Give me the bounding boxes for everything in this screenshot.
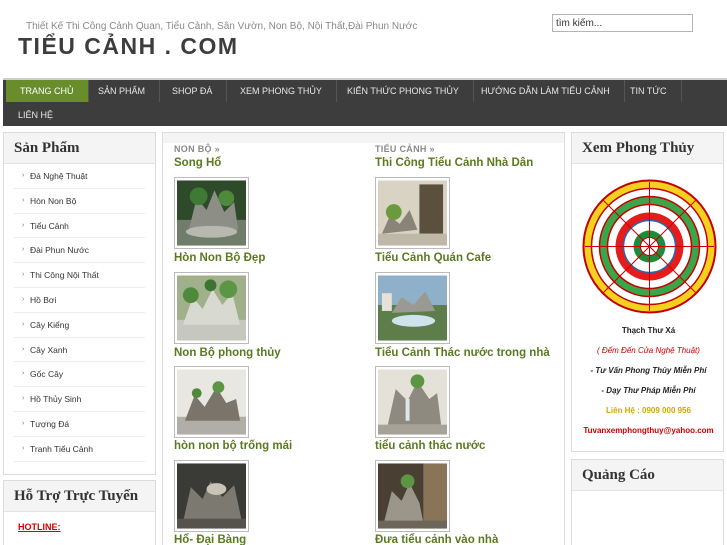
bullet-icon: › [22, 246, 25, 254]
bonsai-rock-image [177, 180, 246, 246]
category-label: Đài Phun Nước [30, 245, 89, 256]
site-logo[interactable]: TIỂU CẢNH . COM [18, 33, 239, 60]
product-thumbnail[interactable] [375, 366, 450, 438]
nav-item-contact[interactable]: LIÊN HỆ [4, 104, 67, 126]
rock-pair-image [177, 369, 246, 435]
service-line-2: - Dạy Thư Pháp Miễn Phí [601, 386, 696, 395]
main-nav: TRANG CHỦ SẢN PHẨM SHOP ĐÁ XEM PHONG THỦ… [3, 78, 727, 126]
category-item[interactable]: › Tiểu Cảnh [14, 214, 145, 239]
bullet-icon: › [22, 196, 25, 204]
product-thumbnail[interactable] [174, 177, 249, 249]
search-input[interactable] [552, 14, 693, 32]
rock-garden-image [177, 275, 246, 341]
bullet-icon: › [22, 271, 25, 279]
nav-item-fengshui[interactable]: XEM PHONG THỦY [226, 80, 337, 102]
main-content: NON BỘ » Song Hổ Hòn Non Bộ Đẹp Non Bộ p… [162, 132, 565, 545]
category-label: Hồ Bơi [30, 294, 57, 305]
bullet-icon: › [22, 370, 25, 378]
fengshui-box: Xem Phong Thủy Thạch Thư Xá ( Đếm Đến Cử… [571, 132, 724, 452]
service-line-1: - Tư Vấn Phong Thủy Miễn Phí [590, 366, 707, 375]
nav-item-news[interactable]: TIN TỨC [616, 80, 682, 102]
studio-slogan: ( Đếm Đến Cửa Nghệ Thuật) [597, 346, 700, 355]
nav-item-guide[interactable]: HƯỚNG DẪN LÀM TIỂU CẢNH [467, 80, 625, 102]
bullet-icon: › [22, 419, 25, 427]
nav-item-home[interactable]: TRANG CHỦ [6, 80, 89, 102]
site-tagline: Thiết Kế Thi Công Cảnh Quan, Tiểu Cảnh, … [26, 21, 418, 32]
product-thumbnail[interactable] [174, 460, 249, 532]
waterfall-image [378, 369, 447, 435]
product-sidebar: Sản Phẩm › Đá Nghệ Thuật › Hòn Non Bộ › Tiể… [3, 132, 156, 475]
category-item[interactable]: › Tranh Tiểu Cảnh [14, 437, 145, 462]
sidebar-title: Sản Phẩm [4, 133, 155, 164]
cafe-landscape-image [378, 275, 447, 341]
bullet-icon: › [22, 345, 25, 353]
online-support-box: Hỗ Trợ Trực Tuyến HOTLINE: [3, 480, 156, 545]
product-title[interactable]: Hổ- Đại Bàng [174, 534, 246, 545]
category-label: Đá Nghệ Thuật [30, 171, 88, 181]
nav-item-products[interactable]: SẢN PHẨM [84, 80, 161, 102]
category-label: Thi Công Nội Thất [30, 270, 99, 281]
product-title[interactable]: Tiểu Cảnh Thác nước trong nhà [375, 347, 550, 359]
category-label: Tượng Đá [30, 418, 70, 429]
bullet-icon: › [22, 295, 25, 303]
category-label: Tranh Tiểu Cảnh [30, 443, 93, 454]
category-label: Cây Kiểng [30, 319, 70, 330]
bullet-icon: › [22, 395, 25, 403]
contact-phone: Liên Hệ : 0909 000 956 [606, 406, 691, 415]
category-item[interactable]: › Cây Kiểng [14, 313, 145, 338]
category-item[interactable]: › Tượng Đá [14, 412, 145, 437]
product-thumbnail[interactable] [375, 272, 450, 344]
ads-box: Quảng Cáo [571, 459, 724, 545]
indoor-landscape-image [378, 463, 447, 529]
category-item[interactable]: › Cây Xanh [14, 338, 145, 363]
product-title[interactable]: Non Bộ phong thủy [174, 347, 281, 359]
bullet-icon: › [22, 172, 25, 179]
product-thumbnail[interactable] [174, 272, 249, 344]
category-label: Hòn Non Bộ [30, 195, 77, 206]
category-item[interactable]: › Đài Phun Nước [14, 238, 145, 264]
bullet-icon: › [22, 444, 25, 452]
category-label: Cây Xanh [30, 344, 68, 355]
product-title[interactable]: tiểu cảnh thác nước [375, 440, 485, 452]
tiger-eagle-image [177, 463, 246, 529]
support-title: Hỗ Trợ Trực Tuyến [4, 481, 155, 512]
contact-email-link[interactable]: Tuvanxemphongthuy@yahoo.com [572, 426, 725, 435]
product-title[interactable]: hòn non bộ trống mái [174, 440, 292, 452]
product-thumbnail[interactable] [375, 177, 450, 249]
house-landscape-image [378, 180, 447, 246]
category-label: Tiểu Cảnh [30, 220, 69, 231]
category-item[interactable]: › Hòn Non Bộ [14, 189, 145, 214]
category-list: › Đá Nghệ Thuật › Hòn Non Bộ › Tiểu Cảnh › Đ… [4, 164, 155, 462]
product-title[interactable]: Thi Công Tiểu Cảnh Nhà Dân [375, 157, 533, 169]
nav-item-stone-shop[interactable]: SHOP ĐÁ [158, 80, 228, 102]
category-item[interactable]: › Gốc Cây [14, 362, 145, 388]
nav-item-fengshui-knowledge[interactable]: KIẾN THỨC PHONG THỦY [333, 80, 474, 102]
category-label: Hồ Thủy Sinh [30, 394, 82, 405]
product-title[interactable]: Hòn Non Bộ Đẹp [174, 252, 265, 264]
product-title[interactable]: Tiểu Cảnh Quán Cafe [375, 252, 491, 264]
main-header-strip [163, 133, 564, 143]
category-item[interactable]: › Đá Nghệ Thuật [14, 164, 145, 189]
bullet-icon: › [22, 221, 25, 229]
section-label-nonbo[interactable]: NON BỘ » [174, 144, 220, 154]
hotline-link[interactable]: HOTLINE: [18, 522, 61, 532]
category-item[interactable]: › Hồ Thủy Sinh [14, 387, 145, 412]
studio-name: Thạch Thư Xá [621, 326, 676, 335]
ads-title: Quảng Cáo [572, 460, 723, 491]
product-thumbnail[interactable] [375, 460, 450, 532]
section-label-tieucanh[interactable]: TIỂU CẢNH » [375, 144, 435, 154]
product-thumbnail[interactable] [174, 366, 249, 438]
fengshui-compass-icon[interactable] [582, 179, 717, 314]
category-item[interactable]: › Hồ Bơi [14, 288, 145, 313]
product-title[interactable]: Đưa tiểu cảnh vào nhà [375, 534, 498, 545]
category-item[interactable]: › Thi Công Nội Thất [14, 263, 145, 288]
site-header: Thiết Kế Thi Công Cảnh Quan, Tiểu Cảnh, … [0, 0, 727, 78]
fengshui-title: Xem Phong Thủy [572, 133, 723, 164]
category-label: Gốc Cây [30, 369, 64, 380]
bullet-icon: › [22, 320, 25, 328]
product-title[interactable]: Song Hổ [174, 157, 221, 169]
